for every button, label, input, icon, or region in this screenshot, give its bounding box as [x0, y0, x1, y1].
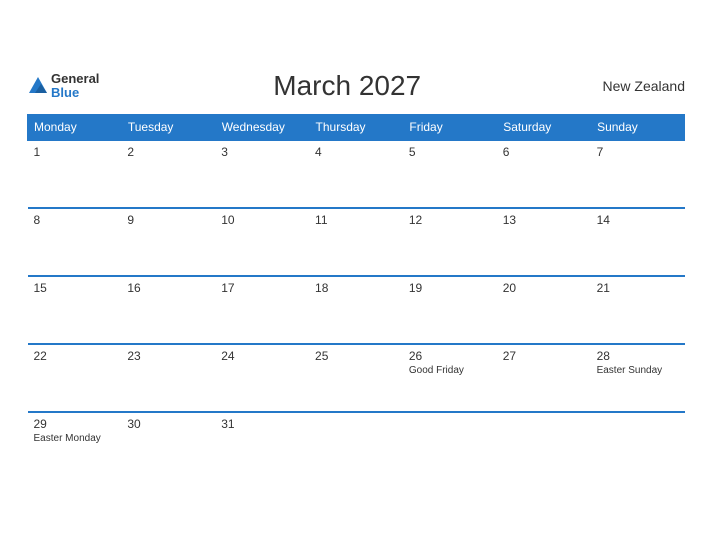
- day-number: 17: [221, 281, 303, 295]
- logo-blue-text: Blue: [51, 86, 99, 100]
- day-number: 10: [221, 213, 303, 227]
- header-saturday: Saturday: [497, 115, 591, 141]
- header-monday: Monday: [28, 115, 122, 141]
- week-row-3: 15 16 17 18 19 20 21: [28, 276, 685, 344]
- day-number: 27: [503, 349, 585, 363]
- day-number: 28: [597, 349, 679, 363]
- calendar-cell: 11: [309, 208, 403, 276]
- calendar-cell: [591, 412, 685, 480]
- calendar-cell: 4: [309, 140, 403, 208]
- header-friday: Friday: [403, 115, 497, 141]
- calendar-cell: 13: [497, 208, 591, 276]
- calendar-title: March 2027: [99, 70, 595, 102]
- calendar-cell: 28 Easter Sunday: [591, 344, 685, 412]
- header-thursday: Thursday: [309, 115, 403, 141]
- calendar-cell: 2: [121, 140, 215, 208]
- calendar-cell: 8: [28, 208, 122, 276]
- logo-general-text: General: [51, 72, 99, 86]
- calendar-cell: 27: [497, 344, 591, 412]
- calendar-cell: 22: [28, 344, 122, 412]
- calendar-cell: 30: [121, 412, 215, 480]
- day-number: 12: [409, 213, 491, 227]
- calendar-cell: 15: [28, 276, 122, 344]
- day-number: 30: [127, 417, 209, 431]
- calendar-cell: 5: [403, 140, 497, 208]
- day-number: 13: [503, 213, 585, 227]
- day-number: 31: [221, 417, 303, 431]
- day-number: 7: [597, 145, 679, 159]
- day-number: 14: [597, 213, 679, 227]
- day-number: 26: [409, 349, 491, 363]
- day-number: 25: [315, 349, 397, 363]
- week-row-4: 22 23 24 25 26 Good Friday 27 28 Easter Sunday: [28, 344, 685, 412]
- week-row-5: 29 Easter Monday 30 31: [28, 412, 685, 480]
- calendar-country: New Zealand: [595, 78, 685, 94]
- day-number: 5: [409, 145, 491, 159]
- calendar-cell: 16: [121, 276, 215, 344]
- calendar-cell: 25: [309, 344, 403, 412]
- day-event: Good Friday: [409, 365, 491, 376]
- logo-icon: [27, 75, 49, 97]
- day-number: 2: [127, 145, 209, 159]
- day-number: 22: [34, 349, 116, 363]
- calendar-cell: 23: [121, 344, 215, 412]
- calendar-cell: 14: [591, 208, 685, 276]
- day-number: 6: [503, 145, 585, 159]
- calendar-cell: 12: [403, 208, 497, 276]
- day-number: 21: [597, 281, 679, 295]
- day-number: 8: [34, 213, 116, 227]
- calendar-cell: 18: [309, 276, 403, 344]
- day-number: 3: [221, 145, 303, 159]
- day-number: 16: [127, 281, 209, 295]
- calendar-cell: 17: [215, 276, 309, 344]
- logo: General Blue: [27, 72, 99, 101]
- day-number: 9: [127, 213, 209, 227]
- day-number: 24: [221, 349, 303, 363]
- calendar-cell: 3: [215, 140, 309, 208]
- day-event: Easter Monday: [34, 433, 116, 444]
- day-number: 20: [503, 281, 585, 295]
- calendar-table: Monday Tuesday Wednesday Thursday Friday…: [27, 114, 685, 480]
- calendar-cell: 31: [215, 412, 309, 480]
- day-number: 11: [315, 213, 397, 227]
- weekday-header-row: Monday Tuesday Wednesday Thursday Friday…: [28, 115, 685, 141]
- calendar-cell: 19: [403, 276, 497, 344]
- week-row-1: 1234567: [28, 140, 685, 208]
- week-row-2: 89 10 11 12 13 14: [28, 208, 685, 276]
- calendar-header: General Blue March 2027 New Zealand: [27, 70, 685, 102]
- calendar-cell: 9: [121, 208, 215, 276]
- day-number: 29: [34, 417, 116, 431]
- day-number: 18: [315, 281, 397, 295]
- calendar-cell: [497, 412, 591, 480]
- calendar-cell: 1: [28, 140, 122, 208]
- calendar-container: General Blue March 2027 New Zealand Mond…: [11, 54, 701, 496]
- header-tuesday: Tuesday: [121, 115, 215, 141]
- calendar-cell: 29 Easter Monday: [28, 412, 122, 480]
- calendar-cell: [403, 412, 497, 480]
- calendar-cell: 20: [497, 276, 591, 344]
- day-number: 19: [409, 281, 491, 295]
- calendar-cell: [309, 412, 403, 480]
- calendar-cell: 6: [497, 140, 591, 208]
- header-wednesday: Wednesday: [215, 115, 309, 141]
- day-number: 15: [34, 281, 116, 295]
- day-number: 4: [315, 145, 397, 159]
- calendar-cell: 24: [215, 344, 309, 412]
- calendar-cell: 10: [215, 208, 309, 276]
- calendar-cell: 21: [591, 276, 685, 344]
- header-sunday: Sunday: [591, 115, 685, 141]
- calendar-cell: 7: [591, 140, 685, 208]
- day-number: 1: [34, 145, 116, 159]
- day-number: 23: [127, 349, 209, 363]
- calendar-cell: 26 Good Friday: [403, 344, 497, 412]
- day-event: Easter Sunday: [597, 365, 679, 376]
- logo-text: General Blue: [51, 72, 99, 101]
